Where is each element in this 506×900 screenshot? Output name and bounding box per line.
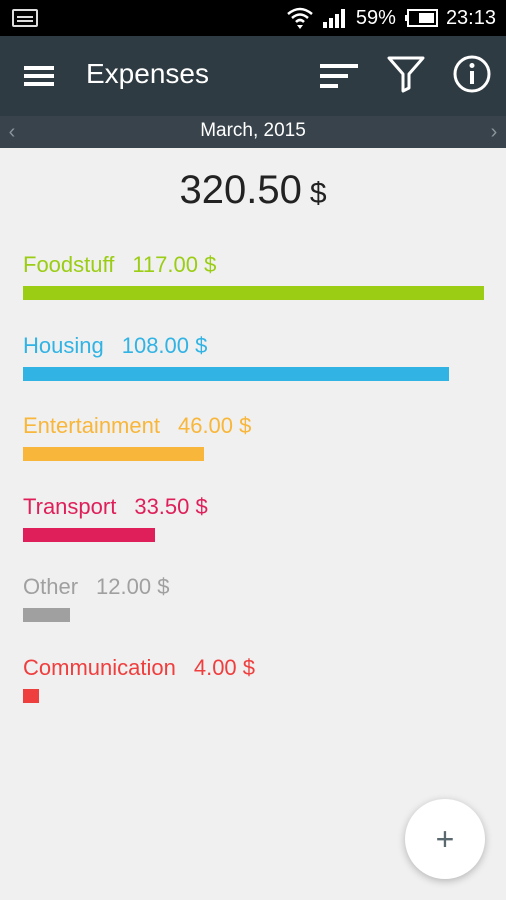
month-label: March, 2015 — [200, 120, 306, 141]
category-label: Transport 33.50 $ — [23, 494, 208, 520]
category-amount: 46.00 $ — [177, 413, 252, 438]
page-title: Expenses — [86, 58, 209, 89]
status-bar: 59% 23:13 — [0, 0, 506, 36]
category-name: Entertainment — [23, 413, 160, 438]
category-item[interactable]: Communication 4.00 $ — [23, 655, 255, 703]
category-name: Transport — [23, 494, 117, 519]
category-amount: 4.00 $ — [193, 655, 256, 680]
app-toolbar: Expenses — [0, 36, 506, 116]
status-indicators: 59% 23:13 — [286, 6, 496, 30]
filter-icon[interactable] — [386, 54, 426, 94]
wifi-icon — [287, 7, 313, 29]
menu-icon[interactable] — [24, 62, 56, 90]
category-label: Communication 4.00 $ — [23, 655, 255, 681]
category-name: Communication — [23, 655, 176, 680]
category-label: Foodstuff 117.00 $ — [23, 252, 216, 278]
total-amount: 320.50 — [179, 168, 302, 212]
category-item[interactable]: Housing 108.00 $ — [23, 333, 449, 381]
category-bar — [23, 447, 204, 461]
signal-icon — [322, 9, 345, 28]
category-amount: 117.00 $ — [132, 252, 217, 277]
category-item[interactable]: Foodstuff 117.00 $ — [23, 252, 484, 300]
category-bar — [23, 608, 70, 622]
category-amount: 12.00 $ — [96, 574, 170, 599]
category-bar — [23, 528, 155, 542]
total-currency: $ — [309, 177, 327, 210]
category-item[interactable]: Other 12.00 $ — [23, 574, 169, 622]
battery-percent: 59% — [355, 6, 396, 29]
category-item[interactable]: Transport 33.50 $ — [23, 494, 208, 542]
category-bar — [23, 367, 449, 381]
add-expense-button[interactable]: + — [405, 799, 485, 879]
category-name: Foodstuff — [23, 252, 115, 277]
category-amount: 33.50 $ — [134, 494, 208, 519]
chevron-right-icon[interactable]: › — [482, 118, 506, 146]
category-item[interactable]: Entertainment 46.00 $ — [23, 413, 251, 461]
category-label: Entertainment 46.00 $ — [23, 413, 251, 439]
category-bar — [23, 689, 39, 703]
category-bar — [23, 286, 484, 300]
screenshot-icon — [12, 9, 38, 27]
info-icon[interactable] — [452, 54, 492, 94]
category-amount: 108.00 $ — [121, 333, 208, 358]
status-time: 23:13 — [445, 6, 496, 29]
category-label: Other 12.00 $ — [23, 574, 169, 600]
category-name: Other — [23, 574, 79, 599]
total-expenses: 320.50 $ — [0, 168, 506, 213]
sort-icon[interactable] — [318, 60, 360, 92]
category-name: Housing — [23, 333, 104, 358]
month-selector: ‹ March, 2015 › — [0, 116, 506, 148]
category-label: Housing 108.00 $ — [23, 333, 207, 359]
battery-icon — [404, 9, 438, 27]
